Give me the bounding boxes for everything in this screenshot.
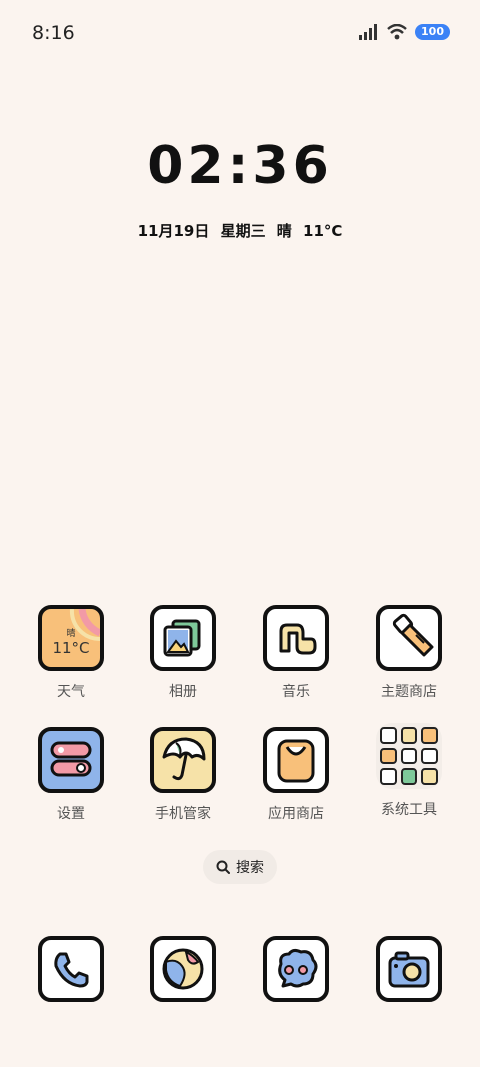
gallery-icon [150, 605, 216, 671]
date-weather-line: 11月19日 星期三 晴 11°C [137, 222, 343, 240]
status-bar: 8:16 100 [0, 0, 480, 66]
mini-app-icon [421, 747, 438, 765]
app-label: 音乐 [282, 684, 310, 700]
app-security[interactable]: 手机管家 [127, 727, 239, 823]
app-weather[interactable]: 晴 11°C 天气 [15, 605, 127, 701]
wifi-icon [387, 24, 407, 40]
signal-icon [359, 24, 378, 40]
settings-icon [38, 727, 104, 793]
search-icon [216, 860, 230, 874]
umbrella-icon [150, 727, 216, 793]
camera-icon [376, 936, 442, 1002]
messages-icon [263, 936, 329, 1002]
weather-icon: 晴 11°C [38, 605, 104, 671]
folder-icon-grid [376, 723, 442, 789]
mini-app-icon [400, 727, 418, 744]
mini-app-icon [421, 727, 438, 744]
app-label: 应用商店 [268, 806, 324, 822]
app-label: 设置 [57, 806, 85, 822]
bag-icon [263, 727, 329, 793]
app-store[interactable]: 应用商店 [240, 727, 352, 823]
mini-app-icon [380, 747, 397, 765]
battery-indicator: 100 [415, 24, 450, 40]
app-theme-store[interactable]: 主题商店 [353, 605, 465, 701]
mini-app-icon [400, 768, 418, 785]
app-label: 系统工具 [381, 802, 437, 818]
dock-camera[interactable] [353, 936, 465, 1002]
dock-messages[interactable] [240, 936, 352, 1002]
app-settings[interactable]: 设置 [15, 727, 127, 823]
mini-app-icon [380, 727, 397, 744]
app-gallery[interactable]: 相册 [127, 605, 239, 701]
browser-icon [150, 936, 216, 1002]
status-icons: 100 [359, 24, 450, 40]
folder-system-tools[interactable]: 系统工具 [353, 723, 465, 819]
weather-temp: 11°C [52, 639, 90, 657]
mini-app-icon [380, 768, 397, 785]
music-icon [263, 605, 329, 671]
app-label: 主题商店 [381, 684, 437, 700]
dock-phone[interactable] [15, 936, 127, 1002]
dock-browser[interactable] [127, 936, 239, 1002]
app-label: 天气 [57, 684, 85, 700]
status-time: 8:16 [32, 22, 75, 44]
phone-icon [38, 936, 104, 1002]
app-label: 手机管家 [155, 806, 211, 822]
brush-icon [376, 605, 442, 671]
weather-condition: 晴 [66, 629, 76, 639]
search-label: 搜索 [236, 860, 264, 876]
app-music[interactable]: 音乐 [240, 605, 352, 701]
search-button[interactable]: 搜索 [203, 850, 277, 884]
mini-app-icon [421, 768, 438, 785]
mini-app-icon [400, 747, 418, 765]
clock-widget[interactable]: 02:36 [0, 136, 480, 196]
app-label: 相册 [169, 684, 197, 700]
